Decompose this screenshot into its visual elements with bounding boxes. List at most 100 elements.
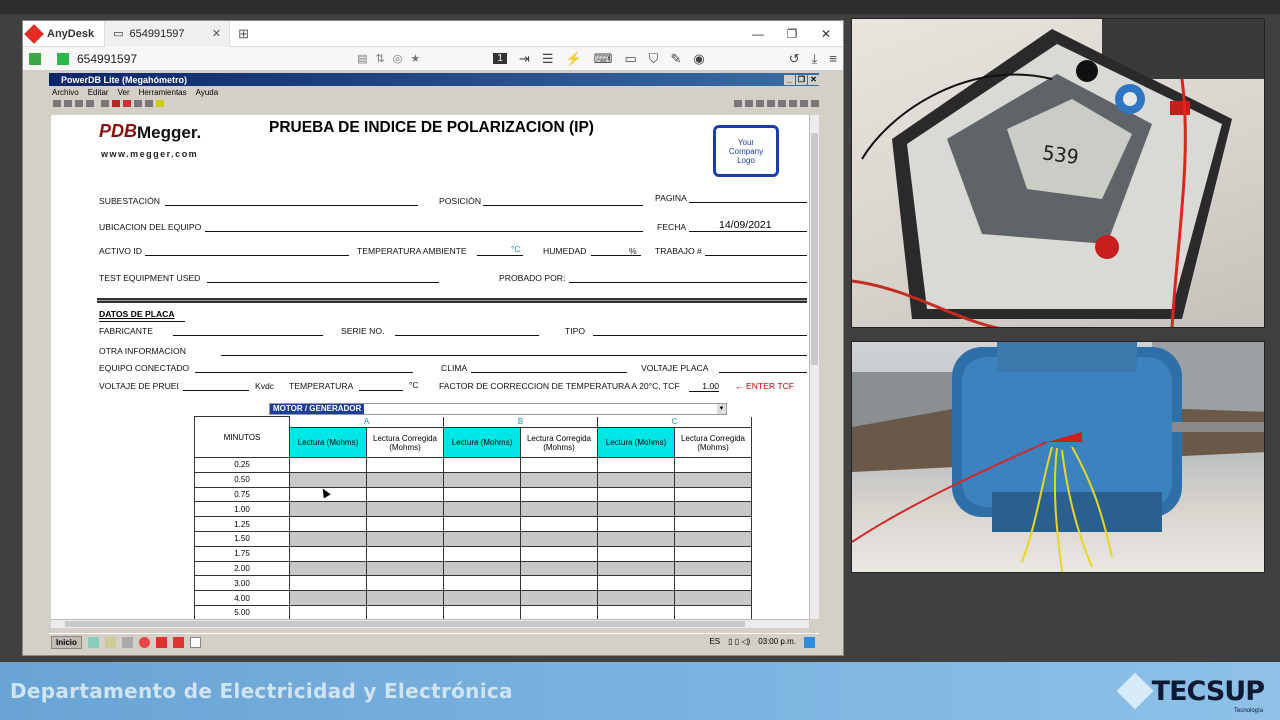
zoom-in-icon[interactable] (800, 100, 808, 107)
reading-cell[interactable] (520, 545, 598, 562)
posicion-field[interactable] (483, 205, 643, 206)
reading-cell[interactable] (520, 560, 598, 577)
menu-archivo[interactable]: Archivo (52, 88, 79, 97)
print-icon[interactable] (86, 100, 94, 107)
reading-cell[interactable] (366, 486, 444, 503)
reading-cell[interactable] (289, 471, 367, 488)
reading-cell[interactable] (289, 457, 367, 473)
reading-cell[interactable] (674, 545, 752, 562)
pdb-restore-button[interactable]: ❐ (796, 74, 807, 85)
reading-cell[interactable] (289, 501, 367, 518)
vertical-scrollbar[interactable] (809, 115, 819, 619)
permissions-icon[interactable]: ⛉ (649, 51, 659, 67)
reading-cell[interactable] (674, 457, 752, 473)
voltaje-prueba-field[interactable] (183, 390, 249, 391)
download-icon[interactable]: ⤓ (812, 51, 818, 67)
reading-cell[interactable] (443, 516, 521, 532)
chat-panel-icon[interactable]: ☰ (542, 51, 554, 67)
taskbar-app-icon[interactable] (87, 636, 99, 648)
actions-icon[interactable]: ⚡ (565, 51, 581, 67)
reading-cell[interactable] (597, 516, 675, 532)
taskbar-record-icon[interactable] (172, 636, 184, 648)
undo-icon[interactable] (767, 100, 775, 107)
reading-cell[interactable] (443, 560, 521, 577)
vertical-scroll-thumb[interactable] (811, 133, 818, 365)
reading-cell[interactable] (443, 545, 521, 562)
record-session-icon[interactable]: ◉ (693, 51, 704, 67)
test-equipment-field[interactable] (207, 282, 439, 283)
taskbar-settings-icon[interactable] (121, 636, 133, 648)
temp-ambiente-field[interactable] (477, 255, 523, 256)
arrow-icon[interactable] (145, 100, 153, 107)
reading-cell[interactable] (520, 501, 598, 518)
menu-icon[interactable]: ≡ (829, 51, 837, 66)
favorite-icon[interactable]: ★ (410, 52, 420, 65)
reading-cell[interactable] (366, 501, 444, 518)
reading-cell[interactable] (520, 590, 598, 606)
fecha-value[interactable]: 14/09/2021 (719, 219, 772, 231)
reading-cell[interactable] (597, 590, 675, 606)
zoom-out-icon[interactable] (811, 100, 819, 107)
paste-icon[interactable] (756, 100, 764, 107)
grid-icon[interactable] (778, 100, 786, 107)
tcf-field[interactable]: 1.00 (689, 381, 719, 392)
reading-cell[interactable] (597, 501, 675, 518)
close-tab-icon[interactable]: ✕ (212, 27, 221, 40)
chevron-down-icon[interactable]: ▼ (717, 404, 726, 414)
voltaje-placa-field[interactable] (719, 372, 807, 373)
tipo-field[interactable] (593, 335, 807, 336)
equipment-type-dropdown[interactable]: MOTOR / GENERADOR ▼ (269, 403, 727, 415)
session-tab[interactable]: ▭ 654991597 ✕ (104, 21, 231, 47)
reading-cell[interactable] (443, 486, 521, 503)
reading-cell[interactable] (366, 545, 444, 562)
cut-icon[interactable] (734, 100, 742, 107)
reading-cell[interactable] (597, 575, 675, 592)
reading-cell[interactable] (597, 560, 675, 577)
reading-cell[interactable] (520, 457, 598, 473)
reading-cell[interactable] (674, 471, 752, 488)
minimize-button[interactable]: — (741, 27, 775, 41)
reading-cell[interactable] (597, 457, 675, 473)
new-icon[interactable] (64, 100, 72, 107)
new-tab-icon[interactable]: ⊞ (230, 26, 257, 42)
keyboard-icon[interactable]: ⌨ (594, 51, 613, 67)
reading-cell[interactable] (597, 604, 675, 619)
reading-cell[interactable] (674, 560, 752, 577)
taskbar-powerdb-icon[interactable] (189, 636, 201, 648)
reading-cell[interactable] (366, 575, 444, 592)
reading-cell[interactable] (443, 457, 521, 473)
pdb-minimize-button[interactable]: _ (784, 74, 795, 85)
reading-cell[interactable] (366, 604, 444, 619)
reading-cell[interactable] (520, 575, 598, 592)
reading-cell[interactable] (674, 575, 752, 592)
taskbar-media-icon[interactable] (155, 636, 167, 648)
history-icon[interactable]: ↺ (789, 51, 800, 67)
delete-icon[interactable] (123, 100, 131, 107)
monitor-select-button[interactable]: 1 (493, 53, 507, 64)
reading-cell[interactable] (520, 530, 598, 547)
reading-cell[interactable] (443, 604, 521, 619)
reading-cell[interactable] (289, 604, 367, 619)
reading-cell[interactable] (289, 545, 367, 562)
reading-cell[interactable] (443, 590, 521, 606)
subestacion-field[interactable] (165, 205, 418, 206)
reading-cell[interactable] (674, 516, 752, 532)
switch-sides-icon[interactable]: ⇥ (519, 51, 530, 67)
whiteboard-icon[interactable]: ✎ (671, 51, 682, 67)
reading-cell[interactable] (674, 530, 752, 547)
reading-cell[interactable] (289, 560, 367, 577)
table-icon[interactable] (789, 100, 797, 107)
reading-cell[interactable] (597, 486, 675, 503)
chart-icon[interactable] (112, 100, 120, 107)
otra-info-field[interactable] (221, 355, 807, 356)
chat-icon[interactable]: ▤ (357, 52, 367, 65)
reading-cell[interactable] (289, 516, 367, 532)
reading-cell[interactable] (366, 457, 444, 473)
transfer-icon[interactable]: ⇅ (375, 52, 384, 65)
start-button[interactable]: Inicio (51, 635, 82, 649)
insert-icon[interactable] (134, 100, 142, 107)
pdb-close-button[interactable]: ✕ (808, 74, 819, 85)
display-icon[interactable]: ▭ (624, 51, 636, 67)
menu-editar[interactable]: Editar (88, 88, 109, 97)
copy-icon[interactable] (745, 100, 753, 107)
